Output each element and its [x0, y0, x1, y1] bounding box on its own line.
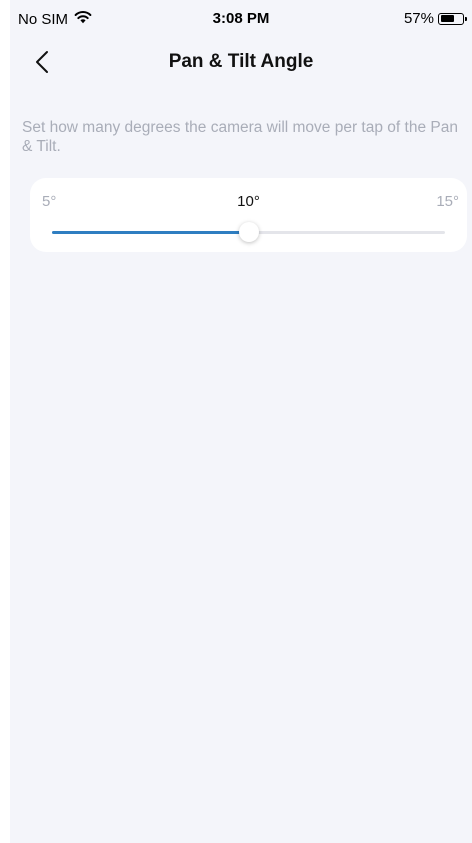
battery-percent: 57% [403, 10, 434, 27]
battery-icon [438, 12, 467, 25]
description-text: Set how many degrees the camera will mov… [22, 119, 458, 155]
slider-value-label: 10° [237, 193, 260, 210]
slider-fill [52, 231, 249, 234]
angle-slider-card: 5° 10° 15° [30, 178, 467, 252]
angle-slider-track[interactable] [52, 222, 445, 242]
page-title: Pan & Tilt Angle [168, 51, 314, 72]
nav-bar: Pan & Tilt Angle [10, 40, 472, 84]
status-right: 57% [403, 10, 467, 27]
slider-max-label: 15° [436, 193, 459, 210]
screen: No SIM 3:08 PM 57% Pan & Tilt Angle Set … [10, 0, 472, 843]
status-bar: No SIM 3:08 PM 57% [10, 0, 472, 40]
slider-thumb[interactable] [238, 222, 259, 242]
status-time: 3:08 PM [212, 10, 270, 27]
